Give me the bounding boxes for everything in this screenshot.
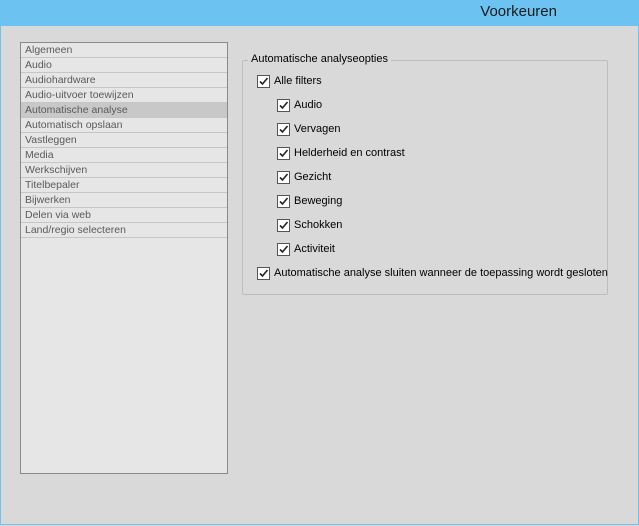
checkbox-label: Helderheid en contrast (294, 147, 405, 159)
filter-helderheid-checkbox[interactable]: Helderheid en contrast (277, 145, 405, 161)
filter-audio-checkbox[interactable]: Audio (277, 97, 322, 113)
checkbox-label: Vervagen (294, 123, 341, 135)
category-item-audio[interactable]: Audio (21, 58, 227, 73)
close-on-exit-checkbox[interactable]: Automatische analyse sluiten wanneer de … (257, 265, 608, 281)
analysis-options-title: Automatische analyseopties (248, 53, 391, 65)
checkbox-box (277, 194, 290, 208)
category-item-land-regio[interactable]: Land/regio selecteren (21, 223, 227, 238)
checkbox-box (257, 266, 270, 280)
checkbox-box (277, 122, 290, 136)
checkmark-icon (279, 244, 289, 253)
category-item-audiohardware[interactable]: Audiohardware (21, 73, 227, 88)
category-item-delen-via-web[interactable]: Delen via web (21, 208, 227, 223)
all-filters-checkbox[interactable]: Alle filters (257, 73, 322, 89)
category-item-vastleggen[interactable]: Vastleggen (21, 133, 227, 148)
checkmark-icon (279, 172, 289, 181)
checkmark-icon (259, 76, 269, 85)
filter-gezicht-checkbox[interactable]: Gezicht (277, 169, 331, 185)
checkbox-box (257, 74, 270, 88)
category-item-automatische-analyse[interactable]: Automatische analyse (21, 103, 227, 118)
category-list[interactable]: Algemeen Audio Audiohardware Audio-uitvo… (20, 42, 228, 474)
category-item-audio-uitvoer[interactable]: Audio-uitvoer toewijzen (21, 88, 227, 103)
checkbox-label: Alle filters (274, 75, 322, 87)
checkbox-box (277, 98, 290, 112)
category-item-werkschijven[interactable]: Werkschijven (21, 163, 227, 178)
filter-activiteit-checkbox[interactable]: Activiteit (277, 241, 335, 257)
category-item-automatisch-opslaan[interactable]: Automatisch opslaan (21, 118, 227, 133)
category-item-algemeen[interactable]: Algemeen (21, 43, 227, 58)
checkmark-icon (279, 148, 289, 157)
filter-beweging-checkbox[interactable]: Beweging (277, 193, 342, 209)
window-title: Voorkeuren (480, 3, 557, 20)
checkmark-icon (259, 268, 269, 277)
checkbox-box (277, 170, 290, 184)
checkbox-label: Activiteit (294, 243, 335, 255)
checkbox-label: Gezicht (294, 171, 332, 183)
checkbox-label: Beweging (294, 195, 343, 207)
checkmark-icon (279, 196, 289, 205)
checkbox-box (277, 146, 290, 160)
checkbox-label: Audio (294, 99, 323, 111)
category-item-bijwerken[interactable]: Bijwerken (21, 193, 227, 208)
title-bar[interactable]: Voorkeuren (0, 0, 639, 26)
filter-vervagen-checkbox[interactable]: Vervagen (277, 121, 340, 137)
filter-schokken-checkbox[interactable]: Schokken (277, 217, 342, 233)
category-item-media[interactable]: Media (21, 148, 227, 163)
checkmark-icon (279, 100, 289, 109)
category-item-titelbepaler[interactable]: Titelbepaler (21, 178, 227, 193)
checkmark-icon (279, 220, 289, 229)
checkbox-label: Automatische analyse sluiten wanneer de … (274, 267, 608, 279)
checkbox-box (277, 218, 290, 232)
checkbox-label: Schokken (294, 219, 343, 231)
checkbox-box (277, 242, 290, 256)
checkmark-icon (279, 124, 289, 133)
